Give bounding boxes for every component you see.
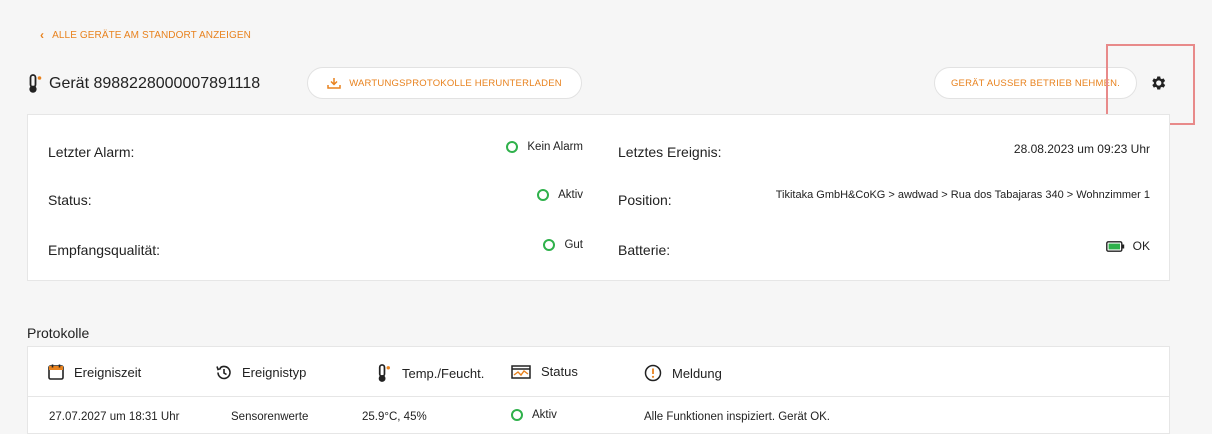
status-ring-icon <box>511 409 523 421</box>
logs-table: Ereigniszeit Ereignistyp Temp./Feucht. S… <box>27 346 1170 434</box>
battery-label: Batterie: <box>618 242 671 258</box>
cell-type: Sensorenwerte <box>231 411 309 423</box>
column-label: Ereigniszeit <box>74 364 142 380</box>
battery-icon <box>1105 240 1125 252</box>
decommission-button-label: GERÄT AUSSER BETRIEB NEHMEN. <box>950 77 1121 89</box>
calendar-icon <box>48 364 64 380</box>
last-event-label: Letztes Ereignis: <box>618 144 722 160</box>
status-ring-icon <box>543 239 556 251</box>
status-label: Status: <box>48 192 92 208</box>
position-label: Position: <box>618 192 672 208</box>
cell-message: Alle Funktionen inspiziert. Gerät OK. <box>644 411 830 423</box>
reception-text: Gut <box>564 239 583 251</box>
thermometer-icon <box>27 74 43 94</box>
column-label: Temp./Feucht. <box>402 366 485 381</box>
last-alarm-text: Kein Alarm <box>527 141 583 153</box>
last-alarm-label: Letzter Alarm: <box>48 144 135 160</box>
column-header-time[interactable]: Ereigniszeit <box>48 364 141 380</box>
cell-status-text: Aktiv <box>532 409 557 421</box>
logs-section-title: Protokolle <box>27 325 90 341</box>
status-chart-icon <box>511 364 531 379</box>
column-header-status[interactable]: Status <box>511 364 578 379</box>
gear-icon[interactable] <box>1149 74 1167 92</box>
last-event-value: 28.08.2023 um 09:23 Uhr <box>1013 142 1150 156</box>
download-icon <box>327 77 341 89</box>
device-info-panel: Letzter Alarm: Kein Alarm Status: Aktiv … <box>27 114 1170 281</box>
column-label: Ereignistyp <box>242 365 307 380</box>
cell-temp: 25.9°C, 45% <box>362 411 427 423</box>
download-maintenance-logs-button[interactable]: WARTUNGSPROTOKOLLE HERUNTERLADEN <box>307 67 582 99</box>
column-header-message[interactable]: Meldung <box>644 364 722 382</box>
history-icon <box>215 364 232 381</box>
battery-text: OK <box>1132 239 1150 253</box>
page-title: Gerät 8988228000007891118 <box>49 75 261 92</box>
logs-table-header: Ereigniszeit Ereignistyp Temp./Feucht. S… <box>28 347 1169 397</box>
column-label: Status <box>541 364 578 379</box>
alert-circle-icon <box>644 364 662 382</box>
back-to-location-link[interactable]: ‹ ALLE GERÄTE AM STANDORT ANZEIGEN <box>40 28 251 42</box>
last-alarm-value: Kein Alarm <box>506 141 583 153</box>
device-detail-page: ‹ ALLE GERÄTE AM STANDORT ANZEIGEN Gerät… <box>0 0 1212 434</box>
reception-value: Gut <box>543 239 583 251</box>
status-text: Aktiv <box>558 189 583 201</box>
position-value: Tikitaka GmbH&CoKG > awdwad > Rua dos Ta… <box>775 189 1150 201</box>
column-label: Meldung <box>672 365 722 381</box>
cell-status: Aktiv <box>511 409 557 421</box>
chevron-left-icon: ‹ <box>40 28 45 42</box>
back-link-label: ALLE GERÄTE AM STANDORT ANZEIGEN <box>52 29 251 41</box>
status-ring-icon <box>506 141 519 153</box>
device-header: Gerät 8988228000007891118 <box>27 74 260 94</box>
column-header-temp[interactable]: Temp./Feucht. <box>376 364 484 383</box>
status-ring-icon <box>537 189 550 201</box>
column-header-type[interactable]: Ereignistyp <box>215 364 306 381</box>
status-value: Aktiv <box>537 189 583 201</box>
decommission-device-button[interactable]: GERÄT AUSSER BETRIEB NEHMEN. <box>934 67 1137 99</box>
reception-label: Empfangsqualität: <box>48 242 161 258</box>
thermometer-icon <box>376 364 392 383</box>
battery-value: OK <box>1105 239 1150 253</box>
cell-time: 27.07.2027 um 18:31 Uhr <box>49 411 180 423</box>
download-button-label: WARTUNGSPROTOKOLLE HERUNTERLADEN <box>349 77 562 89</box>
